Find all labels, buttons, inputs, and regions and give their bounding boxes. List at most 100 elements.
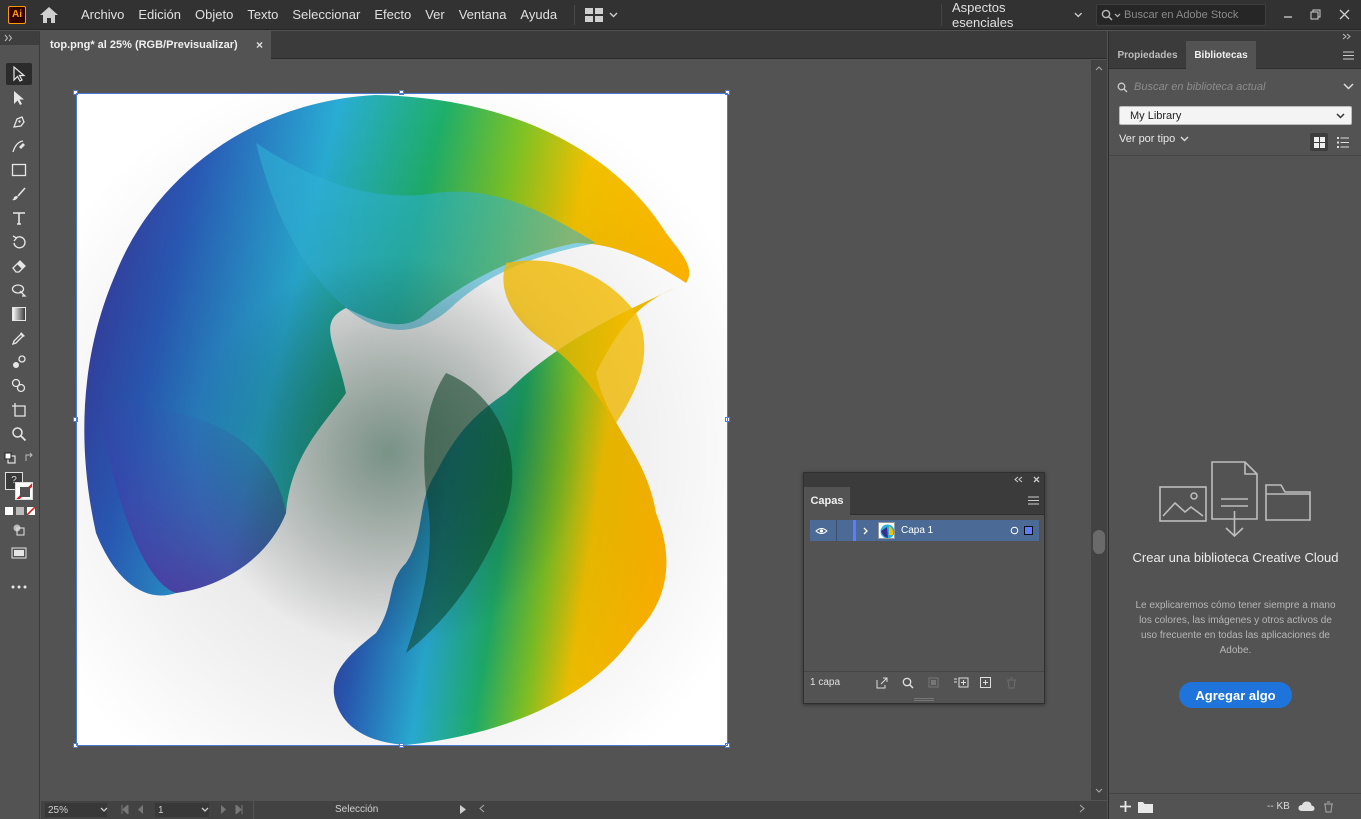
eyedropper-tool[interactable] xyxy=(6,327,32,349)
list-view-button[interactable] xyxy=(1334,133,1352,151)
new-layer-icon[interactable] xyxy=(980,677,992,688)
panel-dock-grip[interactable] xyxy=(1109,31,1361,41)
paintbrush-tool[interactable] xyxy=(6,183,32,205)
export-icon[interactable] xyxy=(876,677,888,689)
menu-texto[interactable]: Texto xyxy=(240,0,285,30)
grid-view-button[interactable] xyxy=(1310,133,1328,151)
edit-toolbar-button[interactable] xyxy=(6,576,32,598)
scroll-left-button[interactable] xyxy=(479,804,485,813)
tab-bibliotecas[interactable]: Bibliotecas xyxy=(1186,41,1256,69)
trash-icon[interactable] xyxy=(1006,677,1017,689)
folder-icon[interactable] xyxy=(1138,801,1153,813)
add-something-button[interactable]: Agregar algo xyxy=(1179,682,1292,708)
direct-selection-tool[interactable] xyxy=(6,87,32,109)
menu-efecto[interactable]: Efecto xyxy=(367,0,418,30)
view-by-dropdown[interactable]: Ver por tipo xyxy=(1119,133,1189,145)
zoom-tool[interactable] xyxy=(6,423,32,445)
scroll-right-button[interactable] xyxy=(1079,804,1085,813)
swap-colors-button[interactable] xyxy=(24,452,35,463)
panel-resize-grip[interactable] xyxy=(914,698,934,701)
new-sublayer-icon[interactable] xyxy=(953,677,969,688)
selection-handle[interactable] xyxy=(73,743,78,748)
selection-tool[interactable] xyxy=(6,63,32,85)
gradient-tool[interactable] xyxy=(6,303,32,325)
visibility-eye-icon[interactable] xyxy=(815,527,828,535)
close-icon[interactable] xyxy=(1033,476,1040,483)
screen-mode-button[interactable] xyxy=(6,543,32,565)
selection-square-icon[interactable] xyxy=(1024,526,1033,535)
stroke-swatch[interactable] xyxy=(15,482,33,500)
curvature-tool[interactable] xyxy=(6,135,32,157)
status-menu-button[interactable] xyxy=(460,805,466,814)
first-artboard-icon[interactable] xyxy=(121,805,129,814)
restore-button[interactable] xyxy=(1304,4,1326,24)
gradient-mode-button[interactable] xyxy=(16,507,24,515)
selection-handle[interactable] xyxy=(725,417,730,422)
rectangle-tool[interactable] xyxy=(6,159,32,181)
target-circle-icon[interactable] xyxy=(1010,526,1019,535)
home-icon[interactable] xyxy=(38,4,60,26)
previous-artboard-icon[interactable] xyxy=(137,805,143,814)
tab-propiedades[interactable]: Propiedades xyxy=(1109,41,1186,69)
width-tool[interactable] xyxy=(6,279,32,301)
scroll-down-icon[interactable] xyxy=(1095,788,1103,793)
clipping-mask-icon[interactable] xyxy=(928,677,939,688)
tab-capas[interactable]: Capas xyxy=(804,487,850,515)
scroll-up-icon[interactable] xyxy=(1095,66,1103,71)
default-colors-button[interactable] xyxy=(4,452,16,464)
cloud-icon[interactable] xyxy=(1298,801,1315,812)
selection-handle[interactable] xyxy=(73,417,78,422)
add-icon[interactable] xyxy=(1119,800,1132,813)
menu-objeto[interactable]: Objeto xyxy=(188,0,240,30)
artboard[interactable] xyxy=(73,90,730,748)
panel-menu-icon[interactable] xyxy=(1343,51,1354,60)
menu-archivo[interactable]: Archivo xyxy=(74,0,131,30)
workspace-switcher[interactable]: Aspectos esenciales xyxy=(941,0,1083,30)
pen-tool[interactable] xyxy=(6,111,32,133)
library-search-field[interactable]: Buscar en biblioteca actual xyxy=(1117,76,1354,98)
chevron-right-icon[interactable] xyxy=(863,527,868,535)
eraser-tool[interactable] xyxy=(6,255,32,277)
chevron-down-icon[interactable] xyxy=(1343,83,1354,90)
library-select[interactable]: My Library xyxy=(1119,106,1352,125)
locate-object-icon[interactable] xyxy=(902,677,914,689)
tools-collapse-grip[interactable] xyxy=(0,31,39,45)
fill-stroke-widget[interactable]: ? xyxy=(5,472,35,502)
vertical-scrollbar[interactable] xyxy=(1091,60,1107,800)
layer-lock-column[interactable] xyxy=(836,520,837,541)
vertical-scroll-thumb[interactable] xyxy=(1093,530,1105,554)
arrange-documents-button[interactable] xyxy=(585,7,618,22)
menu-ayuda[interactable]: Ayuda xyxy=(513,0,564,30)
zoom-dropdown[interactable] xyxy=(97,803,111,817)
selection-handle[interactable] xyxy=(725,90,730,95)
selection-handle[interactable] xyxy=(73,90,78,95)
layer-row[interactable]: Capa 1 xyxy=(810,520,1039,541)
selection-handle[interactable] xyxy=(399,743,404,748)
rotate-tool[interactable] xyxy=(6,231,32,253)
type-tool[interactable] xyxy=(6,207,32,229)
close-document-button[interactable]: × xyxy=(256,38,263,52)
stock-search-field[interactable]: Buscar en Adobe Stock xyxy=(1096,4,1266,26)
menu-edicion[interactable]: Edición xyxy=(131,0,188,30)
minimize-button[interactable] xyxy=(1277,4,1299,24)
artboard-dropdown[interactable] xyxy=(198,803,212,817)
menu-ver[interactable]: Ver xyxy=(418,0,452,30)
panel-menu-icon[interactable] xyxy=(1028,496,1039,505)
color-mode-button[interactable] xyxy=(5,507,13,515)
layers-panel-titlebar[interactable] xyxy=(804,473,1044,487)
last-artboard-icon[interactable] xyxy=(235,805,243,814)
drawing-modes-button[interactable] xyxy=(6,519,32,541)
blend-tool[interactable] xyxy=(6,351,32,373)
trash-icon[interactable] xyxy=(1323,800,1334,813)
document-tab[interactable]: top.png* al 25% (RGB/Previsualizar) × xyxy=(41,31,271,59)
menu-ventana[interactable]: Ventana xyxy=(452,0,514,30)
selection-handle[interactable] xyxy=(399,90,404,95)
next-artboard-icon[interactable] xyxy=(221,805,227,814)
artboard-tool[interactable] xyxy=(6,399,32,421)
layer-name[interactable]: Capa 1 xyxy=(901,525,933,536)
shape-builder-tool[interactable] xyxy=(6,375,32,397)
menu-seleccionar[interactable]: Seleccionar xyxy=(285,0,367,30)
collapse-panel-icon[interactable] xyxy=(1014,476,1023,483)
selection-handle[interactable] xyxy=(725,743,730,748)
ink-circle-image[interactable] xyxy=(76,93,728,746)
